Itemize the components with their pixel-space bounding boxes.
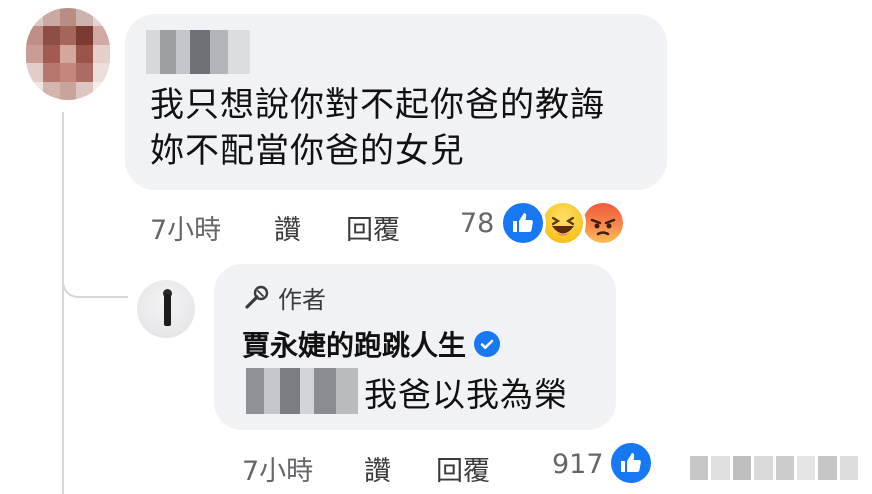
like-icon <box>500 200 546 246</box>
author-avatar[interactable] <box>137 280 195 338</box>
comment-line: 我只想說你對不起你爸的教誨 <box>150 85 605 125</box>
comment-timestamp[interactable]: 7小時 <box>150 208 221 247</box>
comment-reply-button[interactable]: 回覆 <box>346 208 400 247</box>
reply-like-button[interactable]: 讚 <box>364 449 391 488</box>
verified-badge-icon <box>474 331 501 357</box>
author-name[interactable]: 賈永婕的跑跳人生 <box>242 324 466 364</box>
mentioned-name-blurred[interactable] <box>246 368 358 414</box>
reply-timestamp[interactable]: 7小時 <box>242 449 313 488</box>
comment-reactions[interactable] <box>500 200 626 246</box>
thread-line <box>62 112 64 494</box>
angry-icon <box>580 200 626 246</box>
reply-reply-button[interactable]: 回覆 <box>436 449 490 488</box>
commenter-name-blurred[interactable] <box>146 30 250 74</box>
like-icon <box>608 440 654 486</box>
author-badge-label: 作者 <box>278 286 326 314</box>
comment-text: 我只想說你對不起你爸的教誨 妳不配當你爸的女兒 <box>150 82 660 174</box>
author-badge: 作者 <box>242 280 326 315</box>
thread-connector <box>62 258 128 298</box>
reply-text: 我爸以我為榮 <box>364 375 568 414</box>
comment-like-button[interactable]: 讚 <box>274 208 301 247</box>
haha-icon <box>540 200 586 246</box>
reply-reactions[interactable] <box>608 440 654 486</box>
author-name-row[interactable]: 賈永婕的跑跳人生 <box>242 324 501 364</box>
comment-line: 妳不配當你爸的女兒 <box>150 131 465 171</box>
commenter-avatar[interactable] <box>26 8 110 100</box>
comment-reaction-count[interactable]: 78 <box>460 208 494 239</box>
microphone-icon <box>245 285 269 309</box>
watermark-blurred <box>690 456 858 480</box>
reply-reaction-count[interactable]: 917 <box>552 449 604 480</box>
